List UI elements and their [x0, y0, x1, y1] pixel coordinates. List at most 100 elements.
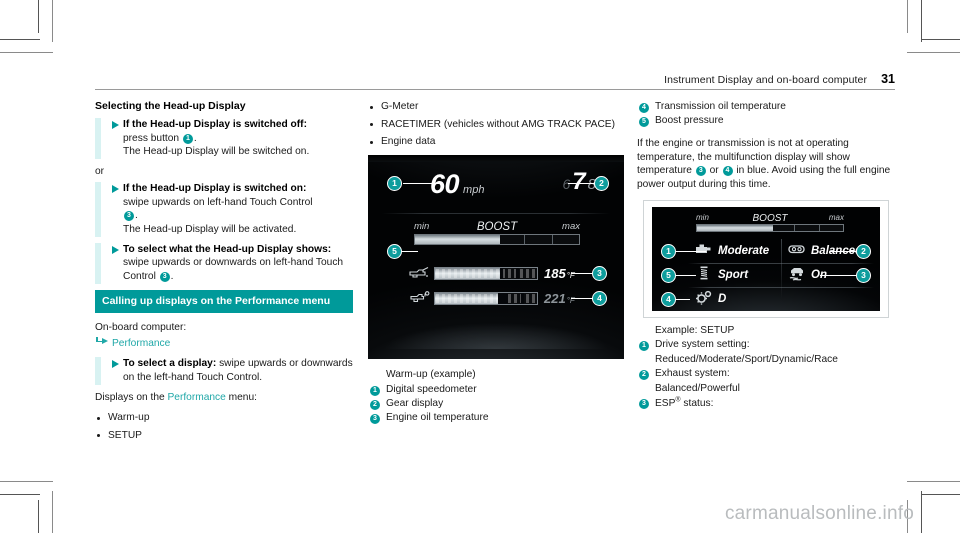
legend-item: 4 Transmission oil temperature: [637, 100, 895, 114]
figure-hud-warmup: 60 mph 67 8 min BOOST max 185°F 221°F 1 …: [368, 155, 624, 360]
displays-intro-a: Displays on the: [95, 391, 168, 403]
setup-boost-gauge: min BOOST max: [696, 213, 844, 232]
step-select-rest: swipe upwards or downwards on left-hand …: [123, 257, 344, 283]
setup-cell-transmission[interactable]: D: [694, 287, 726, 311]
step-on-line2a: swipe upwards on left-hand Touch Control: [123, 196, 313, 208]
crop-mark-bl-h2: [0, 481, 53, 482]
note-badge-3: 3: [695, 166, 706, 177]
step-off-line2a: press button: [123, 132, 182, 144]
hud-gear-current: 7: [572, 168, 586, 196]
menu-arrow-icon: [95, 336, 110, 347]
hud-boost-bar: [414, 234, 580, 246]
legend-badge-4: 4: [639, 103, 649, 113]
setup-legend-sub-2: Balanced/Powerful: [655, 382, 740, 394]
hud-trans-temp-bar: [434, 292, 538, 306]
operating-temperature-note: If the engine or transmission is not at …: [637, 137, 895, 192]
step-on-bold: If the Head-up Display is switched on:: [123, 183, 307, 195]
callout-5: 5: [387, 244, 402, 260]
setup-cell-drive-label: Moderate: [718, 244, 770, 257]
step-select-period: .: [170, 271, 174, 283]
step-off-line3: The Head-up Display will be switched on.: [123, 146, 310, 158]
menu-path-performance[interactable]: Performance: [95, 336, 353, 351]
crop-mark-tr-v2: [907, 0, 908, 33]
setup-callout-3: 3: [856, 267, 871, 283]
legend-item: 2 Gear display: [368, 397, 624, 411]
watermark: carmanualsonline.info: [724, 503, 914, 524]
crop-mark-br-h2: [907, 481, 960, 482]
setup-lead-4: [676, 298, 690, 301]
lead-line-2: [568, 183, 596, 185]
figure-setup-legend: 1 Drive system setting: Reduced/Moderate/…: [637, 338, 895, 412]
hud-bottom-glow: [383, 323, 609, 350]
lead-line-1: [403, 183, 439, 185]
hud-oil-temp-number: 185: [544, 266, 566, 282]
setup-legend-badge-2: 2: [639, 370, 649, 381]
legend-text-4: Transmission oil temperature: [655, 101, 786, 112]
setup-callout-1: 1: [661, 243, 676, 259]
crop-mark-tl-h2: [0, 52, 53, 53]
legend-item: 3 ESP® status:: [637, 396, 895, 412]
hud-trans-temp-number: 221: [544, 291, 566, 307]
setup-legend-text-2: Exhaust system:: [655, 368, 730, 380]
step-off-line2b: .: [193, 132, 197, 144]
hud-divider: [382, 213, 610, 215]
setup-legend-text-3: ESP® status:: [655, 397, 714, 410]
crop-mark-tr-h2: [907, 52, 960, 53]
setup-boost-title: BOOST: [752, 212, 788, 224]
step-on-line2b: .: [135, 210, 138, 222]
page-root: Instrument Display and on-board computer…: [0, 0, 960, 533]
setup-boost-labels: min BOOST max: [696, 213, 844, 224]
oil-can-icon: [408, 266, 430, 281]
callout-4: 4: [592, 291, 607, 307]
setup-cell-suspension[interactable]: Sport: [694, 263, 748, 287]
legend-item: 1 Drive system setting: Reduced/Moderate/…: [637, 338, 895, 367]
setup-boost-min-label: min: [696, 212, 709, 222]
legend-item: 3 Engine oil temperature: [368, 411, 624, 425]
hud-boost-labels: min BOOST max: [414, 221, 580, 234]
list-item: Warm-up: [95, 411, 353, 425]
setup-legend-sub-1: Reduced/Moderate/Sport/Dynamic/Race: [655, 353, 838, 365]
column-right: 4 Transmission oil temperature 5 Boost pre…: [637, 100, 895, 412]
step-off-bold: If the Head-up Display is switched off:: [123, 118, 307, 130]
step-select-bold: To select what the Head-up Display shows…: [123, 243, 332, 255]
setup-boost-max-label: max: [828, 212, 844, 222]
legend-item: 5 Boost pressure: [637, 114, 895, 128]
figure-setup-caption-title: Example: SETUP: [655, 324, 735, 336]
step-select-a-display: To select a display: swipe upwards or do…: [95, 357, 353, 385]
section-bar-performance-menu: Calling up displays on the Performance m…: [95, 289, 353, 313]
legend-text-3: Engine oil temperature: [386, 412, 489, 424]
or-label: or: [95, 165, 105, 177]
gear-transmission-icon: [694, 289, 714, 305]
hud-boost-fill: [415, 235, 501, 245]
lead-line-5: [400, 251, 418, 253]
setup-lead-2: [830, 250, 856, 253]
list-item: SETUP: [95, 429, 353, 443]
crop-mark-tl-h1: [0, 39, 40, 40]
badge-3-inline-b: 3: [159, 272, 170, 283]
figure-hud-legend: 1 Digital speedometer 2 Gear display 3 Engi…: [368, 383, 624, 426]
legend-item: 1 Digital speedometer: [368, 383, 624, 397]
badge-1-inline: 1: [182, 133, 193, 144]
callout-3: 3: [592, 266, 607, 282]
note-part-b: or: [706, 165, 722, 177]
select-display-bold: To select a display:: [123, 358, 217, 370]
crop-mark-tl-v1: [38, 0, 39, 33]
lead-line-4: [571, 298, 594, 300]
hud-boost-min-label: min: [414, 221, 430, 233]
step-hud-switched-on: If the Head-up Display is switched on: s…: [95, 182, 353, 237]
setup-legend-badge-1: 1: [639, 341, 649, 352]
hud-digital-speedometer: 60 mph: [430, 169, 484, 200]
hud-top-bar: [368, 155, 624, 163]
legend-badge-5: 5: [639, 117, 649, 128]
legend-badge-3: 3: [370, 414, 380, 425]
setup-lead-3: [820, 274, 856, 277]
displays-intro-link: Performance: [167, 391, 226, 403]
crop-mark-tr-h1: [921, 39, 960, 40]
column-left: Selecting the Head-up Display If the Hea…: [95, 100, 353, 449]
step-hud-switched-off: If the Head-up Display is switched off: …: [95, 117, 353, 159]
list-item: Engine data: [368, 135, 624, 149]
continued-display-items: G-Meter RACETIMER (vehicles without AMG …: [368, 100, 624, 149]
legend-text-2: Gear display: [386, 397, 444, 409]
setup-lead-1: [676, 250, 706, 253]
crop-mark-tl-v2: [52, 0, 53, 42]
